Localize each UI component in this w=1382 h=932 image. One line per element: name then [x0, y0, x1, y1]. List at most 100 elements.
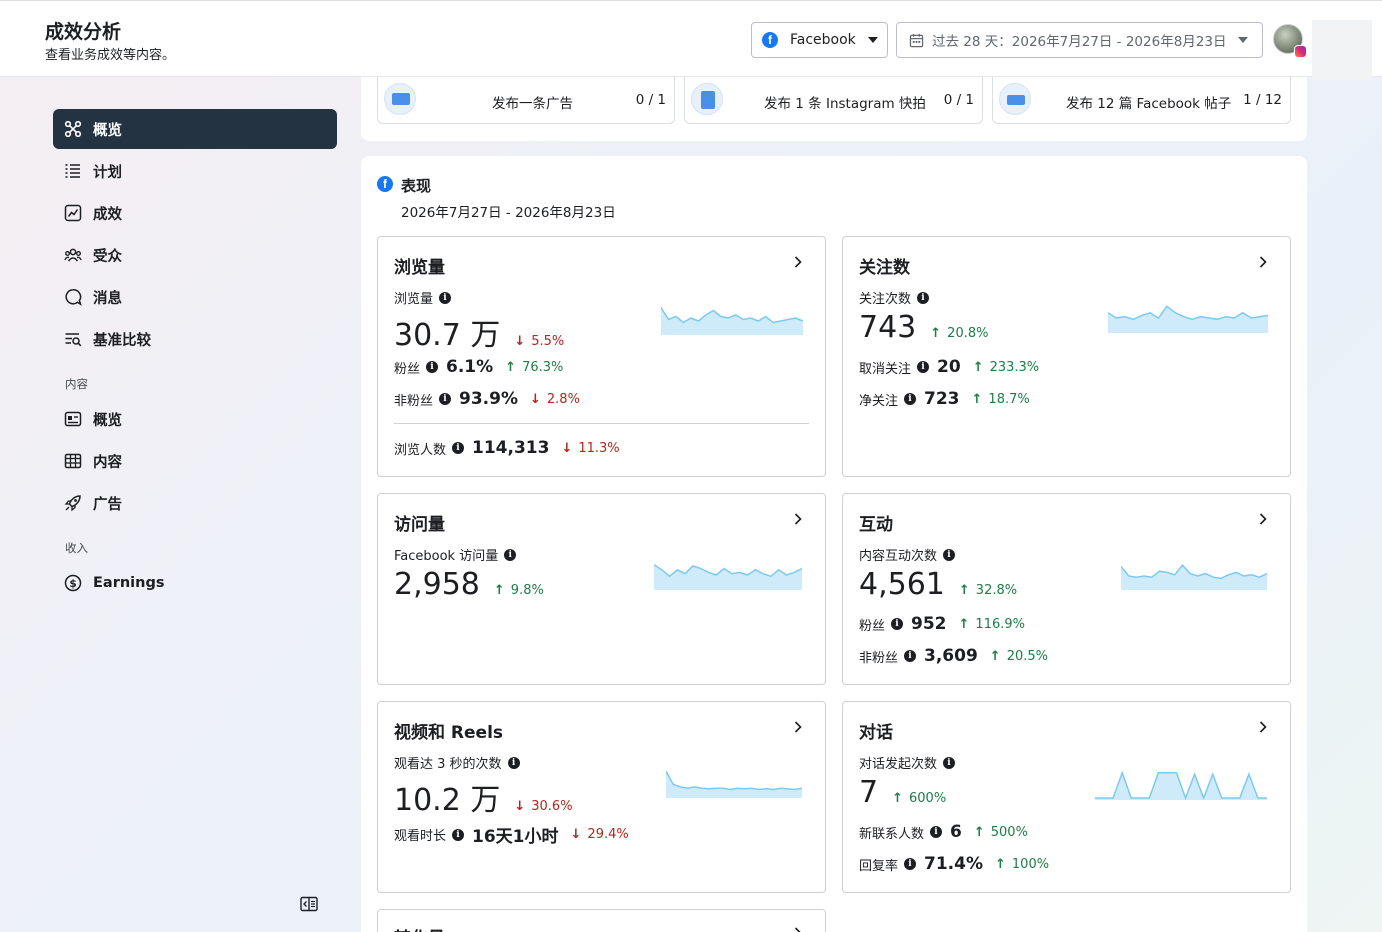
info-icon[interactable]: i [917, 291, 930, 304]
date-range-dropdown[interactable]: 过去 28 天：2026年7月27日 - 2026年8月23日 [896, 22, 1263, 58]
header-overlay [1312, 20, 1372, 80]
info-icon[interactable]: i [439, 291, 452, 304]
chevron-right-icon[interactable] [791, 926, 805, 932]
chevron-right-icon[interactable] [1256, 255, 1270, 269]
sub-metric-row: 净关注 i 723 ↑ 18.7% [859, 389, 1030, 409]
sub-metric-row: 新联系人数 i 6 ↑ 500% [859, 822, 1028, 842]
sub-metric-row: 粉丝 i 952 ↑ 116.9% [859, 614, 1025, 634]
task-label: 发布 1 条 Instagram 快拍 [764, 96, 926, 112]
arrow-up-icon: ↑ [995, 856, 1006, 872]
arrow-down-icon: ↓ [530, 391, 541, 407]
info-icon[interactable]: i [452, 442, 465, 454]
chevron-right-icon[interactable] [791, 255, 805, 269]
instagram-icon [1294, 45, 1307, 58]
sub-metric-value: 723 [924, 389, 960, 409]
task-card-ad[interactable]: 发布一条广告 0 / 1 [377, 77, 675, 124]
line-chart-icon [64, 204, 82, 222]
info-icon[interactable]: i [930, 826, 943, 838]
sidebar-item-benchmark[interactable]: 基准比较 [53, 319, 337, 359]
sidebar-item-overview[interactable]: 概览 [53, 109, 337, 149]
metric-label: 内容互动次数 i [859, 545, 956, 564]
caret-down-icon [867, 37, 878, 43]
metric-value: 2,958 ↑ 9.8% [394, 567, 544, 602]
info-icon[interactable]: i [426, 361, 439, 373]
metric-value: 4,561 ↑ 32.8% [859, 567, 1017, 602]
metric-value-text: 743 [859, 310, 917, 345]
follows-sparkline [1108, 305, 1268, 333]
sidebar-item-label: 内容 [93, 454, 122, 471]
info-icon[interactable]: i [943, 756, 956, 769]
task-count: 1 / 12 [1243, 92, 1282, 108]
sidebar-item-content-overview[interactable]: 概览 [53, 399, 337, 439]
info-icon[interactable]: i [439, 393, 452, 405]
sub-metric-value: 6.1% [446, 357, 494, 377]
card-views[interactable]: 浏览量 浏览量 i 30.7 万 ↓ 5.5% 粉丝 i 6.1% ↑ 76.3% 非粉丝 i 9… [377, 236, 826, 477]
arrow-up-icon: ↑ [971, 391, 983, 407]
metric-label: 观看达 3 秒的次数 i [394, 753, 520, 772]
arrow-up-icon: ↑ [930, 326, 942, 341]
card-conversions[interactable]: 转化量 [377, 909, 826, 932]
platform-dropdown[interactable]: f Facebook [751, 22, 888, 58]
sidebar-item-audience[interactable]: 受众 [53, 235, 337, 275]
sub-metric-label: 粉丝 [859, 618, 886, 634]
info-icon[interactable]: i [943, 548, 956, 561]
arrow-up-icon: ↑ [892, 791, 903, 806]
info-icon[interactable]: i [917, 361, 930, 373]
svg-text:$: $ [69, 578, 76, 590]
sub-metric-value: 16天1小时 [472, 827, 559, 847]
task-count: 0 / 1 [635, 92, 666, 108]
sub-metric-delta: ↑ 20.5% [990, 649, 1048, 664]
card-follows[interactable]: 关注数 关注次数 i 743 ↑ 20.8% 取消关注 i 20 ↑ 233.3% 净关注 i 7… [842, 236, 1291, 477]
delta-text: 600% [909, 791, 947, 806]
card-conversations[interactable]: 对话 对话发起次数 i 7 ↑ 600% 新联系人数 i 6 ↑ 500% 回复率 i 71.4%… [842, 701, 1291, 893]
card-title: 关注数 [859, 258, 910, 278]
sub-metric-label: 净关注 [859, 393, 899, 409]
chevron-right-icon[interactable] [1256, 720, 1270, 734]
sidebar-item-content[interactable]: 内容 [53, 441, 337, 481]
chevron-right-icon[interactable] [791, 720, 805, 734]
sidebar-item-label: 概览 [93, 122, 122, 139]
sub-metric-label: 观看时长 [394, 829, 447, 844]
info-icon[interactable]: i [507, 756, 520, 769]
card-video-reels[interactable]: 视频和 Reels 观看达 3 秒的次数 i 10.2 万 ↓ 30.6% 观看时长 i… [377, 701, 826, 893]
sidebar-section-income: 收入 [65, 541, 88, 555]
page-title: 成效分析 [45, 21, 122, 43]
sidebar-item-ads[interactable]: 广告 [53, 483, 337, 523]
sidebar-item-earnings[interactable]: $ Earnings [53, 563, 337, 603]
metric-value-text: 30.7 万 [394, 318, 501, 353]
chevron-right-icon[interactable] [791, 512, 805, 526]
conversations-sparkline [1095, 770, 1267, 800]
account-avatar[interactable] [1273, 24, 1307, 58]
info-icon[interactable]: i [904, 393, 917, 405]
card-engagement[interactable]: 互动 内容互动次数 i 4,561 ↑ 32.8% 粉丝 i 952 ↑ 116.9% 非粉丝… [842, 493, 1291, 685]
sidebar-item-messages[interactable]: 消息 [53, 277, 337, 317]
sparkline-area [1121, 565, 1267, 590]
info-icon[interactable]: i [891, 618, 904, 630]
metric-value: 743 ↑ 20.8% [859, 310, 988, 345]
content-overview-icon [64, 410, 82, 428]
task-card-instagram-story[interactable]: 发布 1 条 Instagram 快拍 0 / 1 [684, 77, 983, 124]
card-visits[interactable]: 访问量 Facebook 访问量 i 2,958 ↑ 9.8% [377, 493, 826, 685]
delta-text: 11.3% [578, 440, 620, 456]
sub-metric-delta: ↑ 76.3% [505, 360, 563, 375]
sub-metric-row: 浏览人数 i 114,313 ↓ 11.3% [394, 438, 620, 458]
chevron-right-icon[interactable] [1256, 512, 1270, 526]
metric-label: 对话发起次数 i [859, 753, 956, 772]
sidebar-item-results[interactable]: 成效 [53, 193, 337, 233]
task-card-facebook-posts[interactable]: 发布 12 篇 Facebook 帖子 1 / 12 [992, 77, 1291, 124]
sub-metric-delta: ↑ 100% [995, 857, 1049, 872]
info-icon[interactable]: i [504, 548, 517, 561]
arrow-up-icon: ↑ [973, 824, 985, 840]
info-icon[interactable]: i [904, 858, 917, 870]
metric-value: 30.7 万 ↓ 5.5% [394, 310, 564, 354]
post-edit-icon [999, 83, 1031, 115]
sub-metric-row: 取消关注 i 20 ↑ 233.3% [859, 357, 1039, 377]
info-icon[interactable]: i [904, 650, 917, 662]
sub-metric-row: 粉丝 i 6.1% ↑ 76.3% [394, 357, 563, 377]
info-icon[interactable]: i [452, 828, 465, 841]
sub-metric-delta: ↑ 116.9% [959, 617, 1025, 632]
sidebar-item-label: 基准比较 [93, 332, 151, 349]
delta-text: 20.5% [1006, 648, 1049, 664]
collapse-sidebar-icon[interactable] [300, 896, 318, 912]
sidebar-item-plan[interactable]: 计划 [53, 151, 337, 191]
